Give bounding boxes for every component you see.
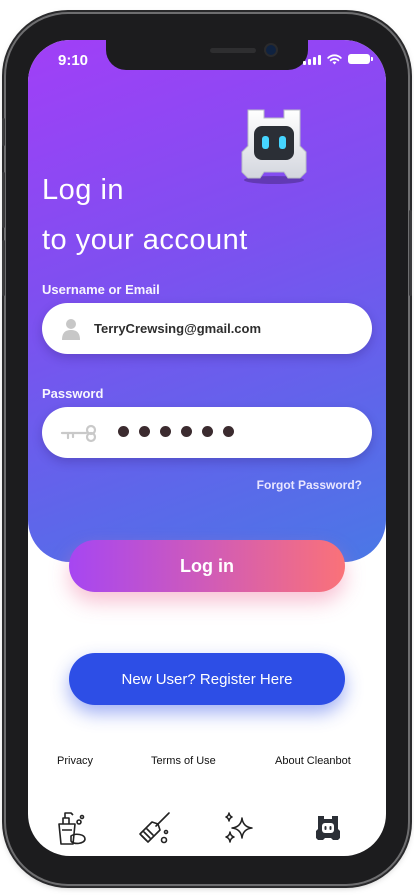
- username-label: Username or Email: [42, 282, 160, 297]
- password-dot: [160, 426, 171, 437]
- broom-icon: [139, 812, 170, 844]
- battery-icon: [348, 54, 373, 64]
- cellular-signal-icon: [303, 54, 321, 65]
- password-dot: [139, 426, 150, 437]
- login-button[interactable]: Log in: [69, 540, 345, 592]
- cleaning-supplies-icon: [58, 812, 86, 845]
- app-screen: 9:10 Log in to your account Username or …: [28, 40, 386, 856]
- sparkles-icon: [225, 812, 253, 843]
- tab-sweep[interactable]: [134, 808, 174, 848]
- page-title-line1: Log in: [42, 174, 125, 206]
- password-masked-value: [118, 426, 234, 437]
- forgot-password-link[interactable]: Forgot Password?: [257, 478, 362, 492]
- password-dot: [202, 426, 213, 437]
- user-icon: [62, 319, 80, 340]
- tab-cleanbot[interactable]: [308, 808, 348, 848]
- tab-bar: [28, 808, 386, 850]
- password-dot: [118, 426, 129, 437]
- cleanbot-logo-icon: [316, 816, 340, 840]
- silent-switch: [2, 118, 5, 146]
- password-dot: [223, 426, 234, 437]
- tab-sparkle[interactable]: [218, 808, 258, 848]
- status-icons: [303, 53, 373, 65]
- tab-cleaning-supplies[interactable]: [50, 808, 90, 848]
- password-dot: [181, 426, 192, 437]
- volume-up-button: [2, 172, 5, 228]
- key-icon: [60, 424, 97, 443]
- password-field[interactable]: [42, 407, 372, 458]
- username-value: TerryCrewsing@gmail.com: [94, 321, 262, 336]
- page-title-line2: to your account: [42, 224, 248, 256]
- wifi-icon: [327, 53, 342, 64]
- status-time: 9:10: [58, 52, 89, 69]
- password-label: Password: [42, 386, 104, 401]
- speaker: [210, 48, 256, 53]
- front-camera: [266, 45, 276, 55]
- volume-down-button: [2, 240, 5, 296]
- power-button: [409, 210, 412, 296]
- about-link[interactable]: About Cleanbot: [275, 755, 351, 767]
- cleanbot-logo: [241, 109, 307, 184]
- username-field[interactable]: TerryCrewsing@gmail.com: [42, 303, 372, 354]
- notch: [106, 40, 308, 70]
- terms-link[interactable]: Terms of Use: [151, 755, 216, 767]
- register-button[interactable]: New User? Register Here: [69, 653, 345, 705]
- privacy-link[interactable]: Privacy: [57, 755, 93, 767]
